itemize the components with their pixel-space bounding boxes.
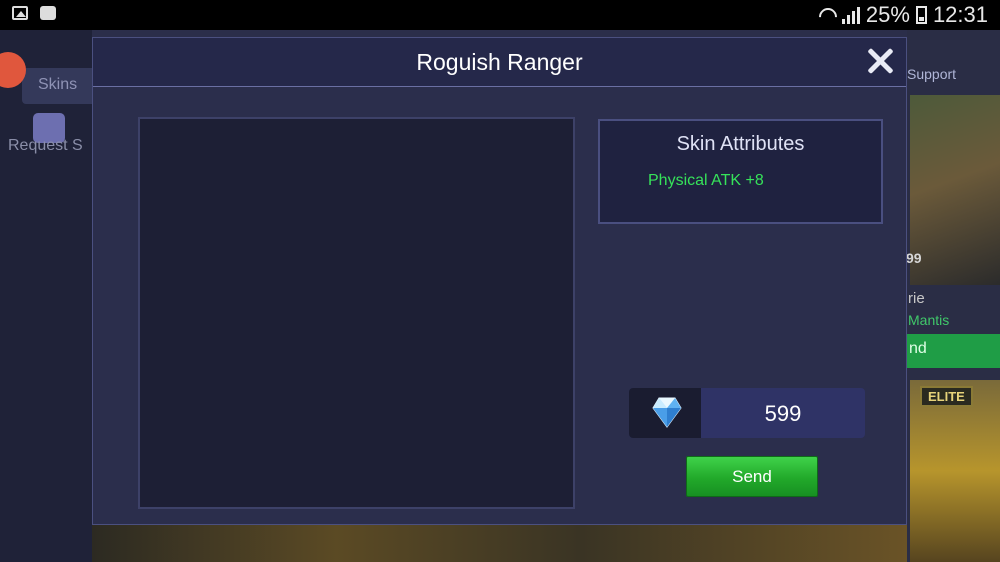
status-bar-right: 25% 12:31 — [818, 2, 988, 28]
signal-icon — [841, 6, 860, 24]
price-value: 599 — [764, 401, 802, 426]
bbm-icon — [40, 6, 56, 20]
background-send-label: nd — [909, 340, 927, 357]
send-button[interactable]: Send — [686, 456, 818, 497]
price-display: 599 — [629, 388, 865, 438]
background-skin-strip — [92, 525, 907, 562]
skin-preview-area — [138, 117, 575, 509]
skin-attribute-line: Physical ATK +8 — [648, 172, 764, 189]
skin-attributes-panel: Skin Attributes Physical ATK +8 — [598, 119, 883, 224]
currency-slot — [629, 388, 701, 438]
background-tab-label: Skins — [38, 76, 78, 93]
background-request-label: Request S — [8, 137, 83, 154]
elite-badge: ELITE — [920, 386, 973, 407]
background-sidebar — [0, 30, 92, 562]
close-icon[interactable] — [866, 47, 894, 75]
image-icon — [12, 6, 28, 20]
background-skin-art — [910, 95, 1000, 285]
status-bar: 25% 12:31 — [0, 0, 1000, 30]
battery-percent: 25% — [865, 2, 910, 27]
background-skin-name: rie — [908, 290, 925, 307]
battery-icon — [915, 6, 927, 24]
background-support-label: Support — [907, 66, 957, 82]
clock: 12:31 — [932, 2, 988, 27]
skin-gift-dialog: Roguish Ranger Skin Attributes Physical … — [92, 37, 907, 525]
diamond-icon — [652, 397, 682, 428]
skin-attributes-title: Skin Attributes — [676, 133, 805, 155]
dialog-title: Roguish Ranger — [416, 49, 583, 75]
background-send-button: nd — [907, 334, 1000, 368]
wifi-icon — [818, 6, 836, 24]
background-hero-name: Mantis — [908, 312, 950, 328]
background-price: 99 — [906, 250, 922, 266]
dialog-header: Roguish Ranger — [93, 38, 906, 87]
background-skin-art-2 — [910, 380, 1000, 562]
